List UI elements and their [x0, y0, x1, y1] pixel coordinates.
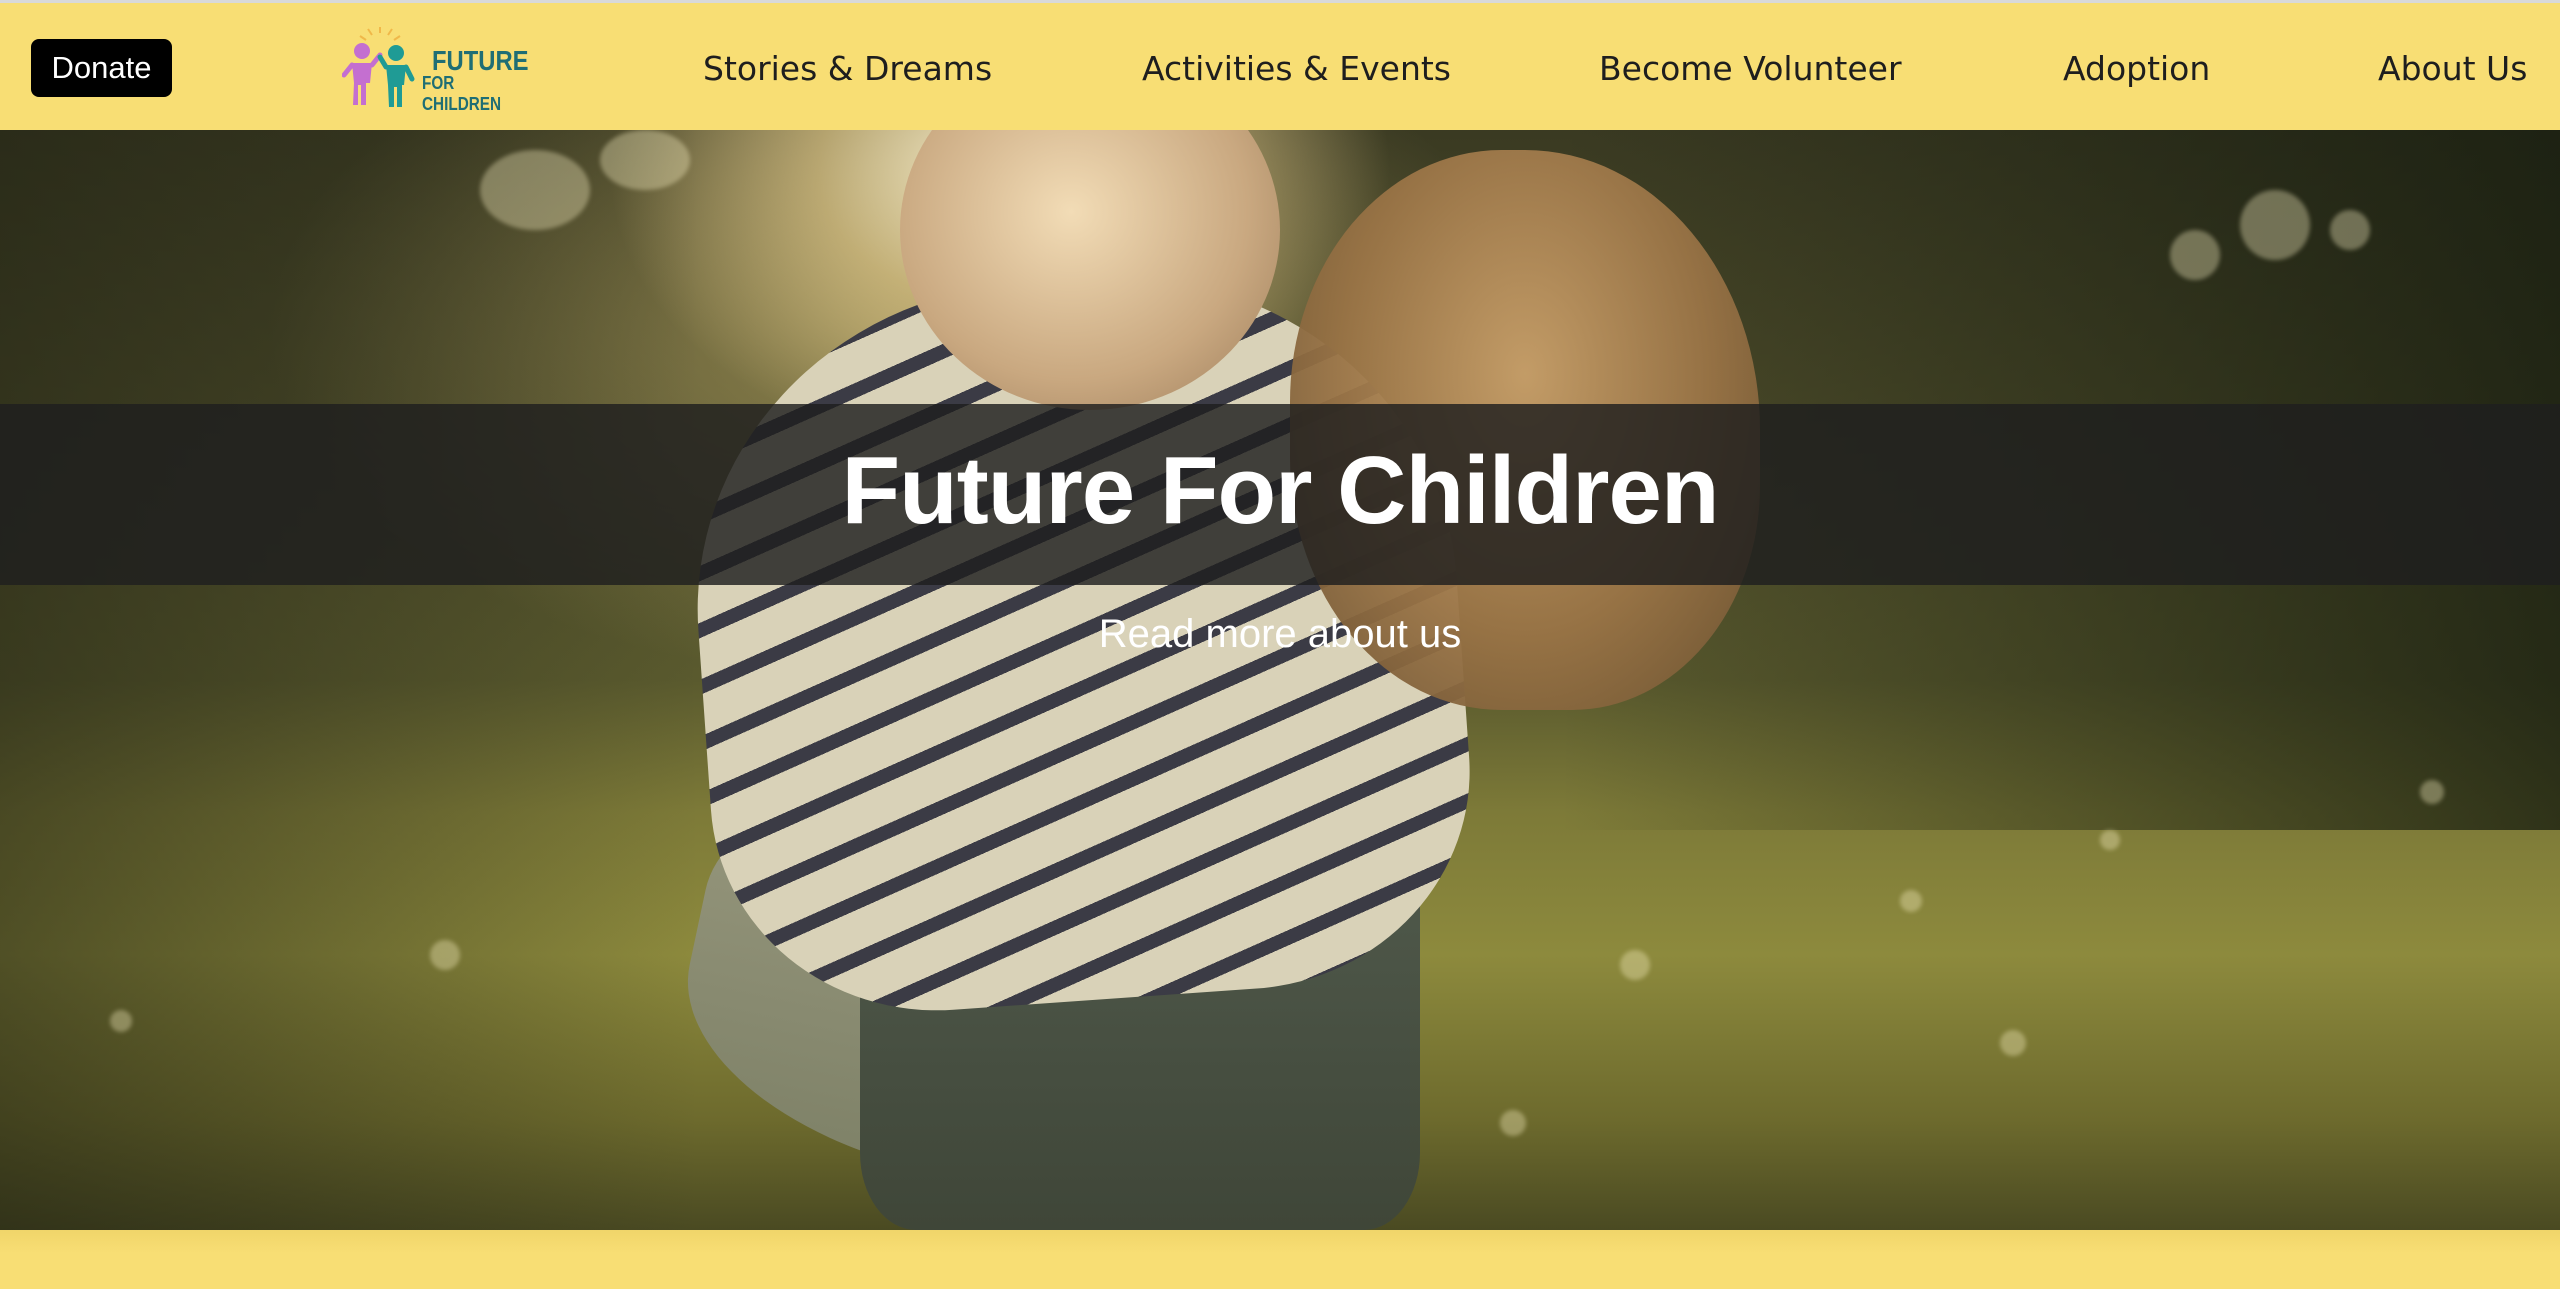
- read-more-link-wrapper: Read more about us: [0, 612, 2560, 657]
- nav-become-volunteer[interactable]: Become Volunteer: [1599, 49, 1902, 88]
- hero-background-photo: [0, 130, 2560, 1230]
- hero-title: Future For Children: [841, 437, 1720, 544]
- top-navigation: Donate FUTURE FOR CHILDREN Stories & Dre…: [0, 0, 2560, 130]
- logo-text-for-children: FOR CHILDREN: [422, 73, 502, 114]
- hero-section: [0, 130, 2560, 1230]
- bottom-strip: [0, 1230, 2560, 1289]
- donate-button[interactable]: Donate: [31, 39, 172, 97]
- nav-activities-events[interactable]: Activities & Events: [1142, 49, 1451, 88]
- read-more-link[interactable]: Read more about us: [1099, 612, 1461, 656]
- site-logo[interactable]: FUTURE FOR CHILDREN: [342, 25, 542, 114]
- nav-adoption[interactable]: Adoption: [2063, 49, 2210, 88]
- children-logo-icon: [342, 27, 415, 107]
- nav-stories-dreams[interactable]: Stories & Dreams: [703, 49, 992, 88]
- nav-about-us[interactable]: About Us: [2378, 49, 2527, 88]
